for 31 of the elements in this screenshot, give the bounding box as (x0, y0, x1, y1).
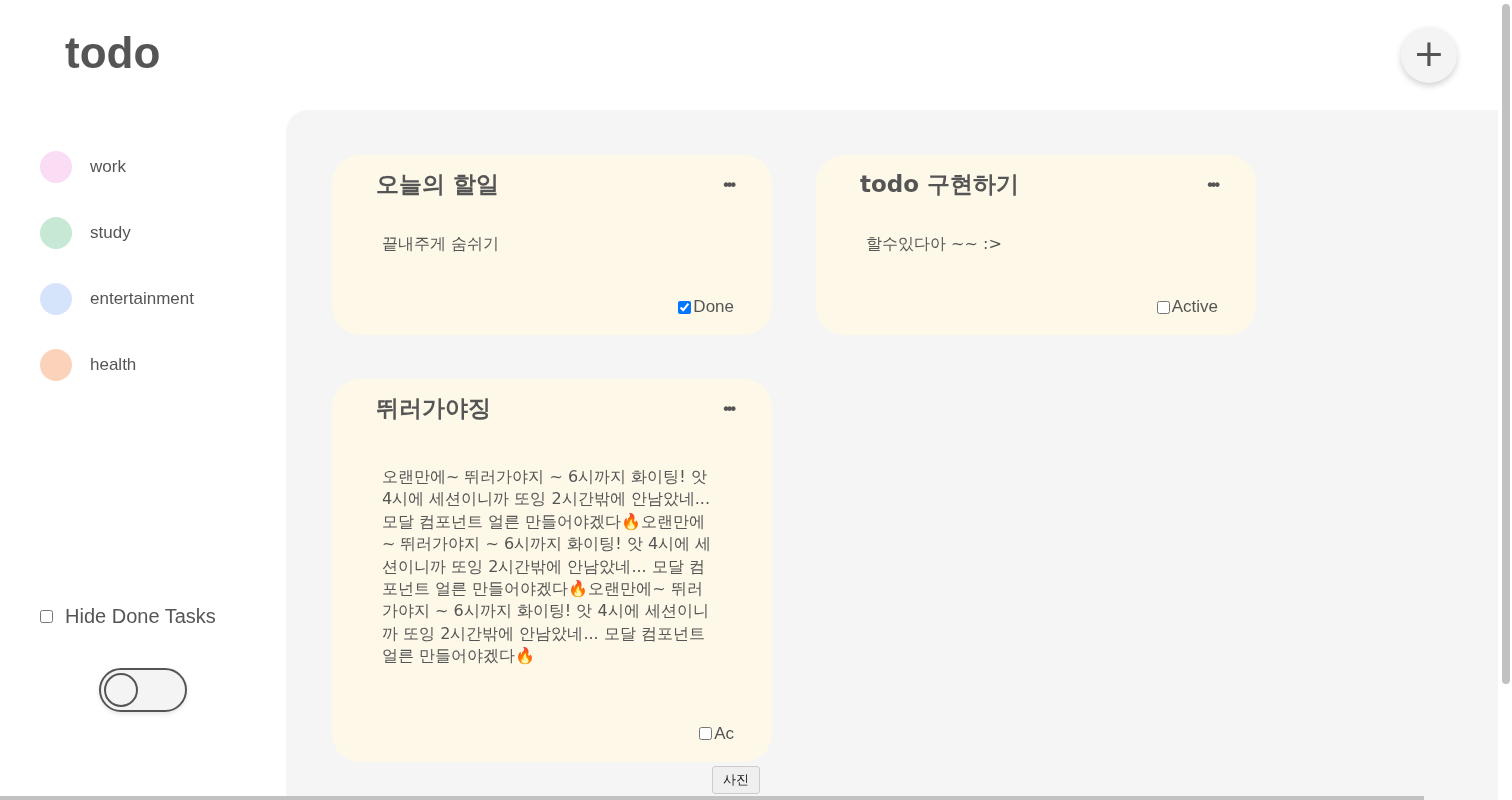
scrollbar[interactable] (1502, 4, 1510, 684)
category-dot[interactable] (40, 283, 72, 315)
hide-done-checkbox[interactable] (40, 610, 53, 623)
card-text: 할수있다아 ~~ :> (866, 233, 1003, 255)
category-dot[interactable] (40, 151, 72, 183)
category-label[interactable]: work (90, 157, 126, 177)
more-button[interactable]: ••• (723, 175, 734, 194)
scrollbar[interactable] (0, 796, 1424, 800)
status-label: Ac (714, 723, 734, 744)
status-label: Done (693, 297, 734, 317)
card-title: todo 구현하기 (860, 170, 1020, 199)
add-button[interactable]: + (1401, 27, 1457, 83)
app-title: todo (65, 28, 161, 78)
category-label[interactable]: study (90, 223, 131, 243)
tooltip: 사진 (712, 766, 760, 794)
status-checkbox[interactable] (699, 727, 713, 741)
category-dot[interactable] (40, 217, 72, 249)
category-label[interactable]: health (90, 355, 137, 375)
hide-done-label: Hide Done Tasks (65, 605, 216, 628)
card-title: 오늘의 할일 (376, 170, 499, 199)
card-text: 끝내주게 숨쉬기 (382, 233, 501, 255)
more-button[interactable]: ••• (723, 399, 734, 418)
status-checkbox[interactable] (678, 300, 692, 314)
category-label[interactable]: entertainment (90, 289, 194, 309)
theme-toggle[interactable] (99, 668, 187, 712)
more-button[interactable]: ••• (1207, 175, 1218, 194)
status-label: Active (1171, 297, 1218, 317)
category-dot[interactable] (40, 349, 72, 381)
status-checkbox[interactable] (1156, 300, 1170, 314)
card-text: 오랜만에~ 뛰러가야지 ~ 6시까지 화이팅! 앗 4시에 세션이니까 또잉 2시간밖에 안남았네... 모달 컴포넌트 얼른 만들어야겠다🔥오랜만에~ 뛰러가야지 ~ 6시까지 화이팅! 앗 4시에 세션이니까 또잉 2시간밖에 안남았네... 모달 컴포넌트 얼른 만들어야겠다🔥오랜만에~ 뛰러가야지 ~ 6시까지 화이팅! 앗 4시에 세션이니까 또잉 2시간밖에 안남았네... 모달 컴포넌트 얼른 만들어야겠다🔥 (382, 466, 712, 668)
card-title: 뛰러가야징 (376, 394, 491, 423)
